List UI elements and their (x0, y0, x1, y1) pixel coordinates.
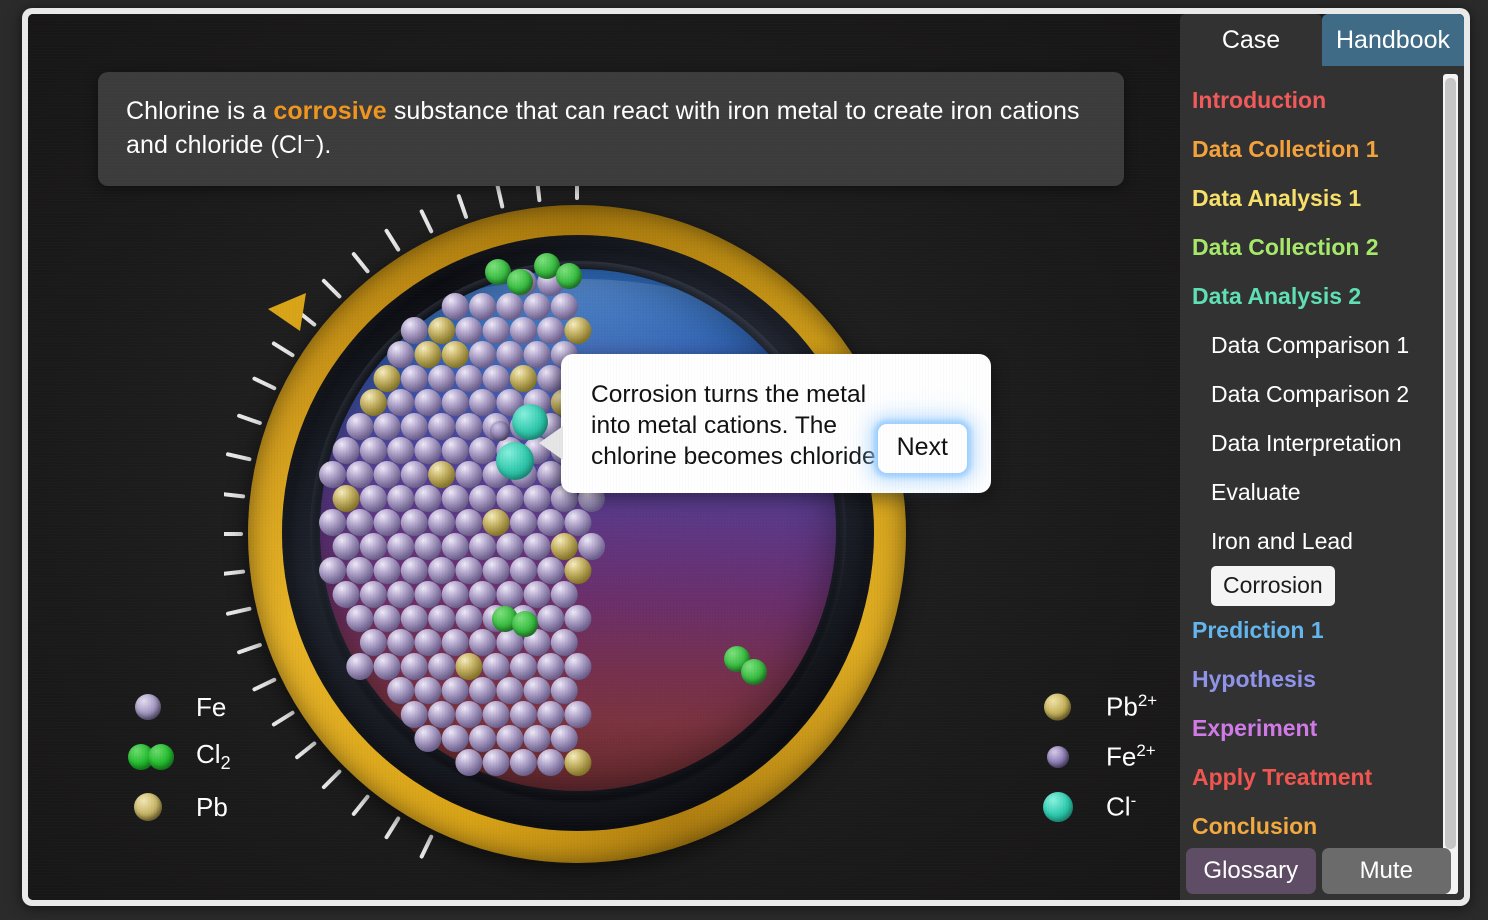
tab-case[interactable]: Case (1180, 14, 1322, 66)
legend-item-pb: Pb (128, 782, 231, 832)
sidebar-tabs: Case Handbook (1180, 14, 1464, 66)
sidebar-footer: Glossary Mute (1186, 848, 1451, 894)
sidebar-item-data-analysis-1[interactable]: Data Analysis 1 (1180, 174, 1432, 223)
legend-item-cl2: Cl2 (128, 732, 231, 782)
legend-reactants: Fe Cl2 Pb (128, 682, 231, 832)
sidebar-scrollbar-thumb[interactable] (1445, 78, 1456, 849)
chlorine-molecule-particle (507, 269, 533, 295)
sidebar-item-data-comparison-2[interactable]: Data Comparison 2 (1180, 370, 1432, 419)
legend-item-chloride: Cl- (1038, 782, 1157, 832)
sidebar-item-data-interpretation[interactable]: Data Interpretation (1180, 419, 1432, 468)
legend-item-pb2: Pb2+ (1038, 682, 1157, 732)
chloride-ion-icon (1038, 790, 1092, 824)
mute-button[interactable]: Mute (1321, 848, 1451, 894)
sidebar-item-introduction[interactable]: Introduction (1180, 76, 1432, 125)
solution-liquid (320, 269, 836, 791)
chloride-ion-particle (496, 442, 534, 480)
legend-label-pb: Pb (196, 791, 228, 822)
legend-item-fe2: Fe2+ (1038, 732, 1157, 782)
case-sidebar: Case Handbook Introduction Data Collectio… (1180, 14, 1464, 900)
glossary-button[interactable]: Glossary (1186, 848, 1316, 894)
sidebar-item-apply-treatment[interactable]: Apply Treatment (1180, 753, 1432, 802)
legend-products: Pb2+ Fe2+ Cl- (1038, 682, 1157, 832)
cl2-molecule-icon (128, 740, 182, 774)
sidebar-item-iron-and-lead[interactable]: Iron and Lead (1180, 517, 1432, 566)
nav-list: Introduction Data Collection 1 Data Analys… (1180, 66, 1432, 851)
application-window: Chlorine is a corrosive substance that c… (22, 8, 1470, 906)
sidebar-item-hypothesis[interactable]: Hypothesis (1180, 655, 1432, 704)
coaching-tooltip: Corrosion turns the metal into metal cat… (539, 354, 991, 493)
sidebar-item-evaluate[interactable]: Evaluate (1180, 468, 1432, 517)
legend-label-pb2: Pb2+ (1106, 691, 1158, 722)
fe-atom-icon (128, 690, 182, 724)
pb-atom-icon (128, 790, 182, 824)
sidebar-item-prediction-1[interactable]: Prediction 1 (1180, 606, 1432, 655)
tab-handbook[interactable]: Handbook (1322, 14, 1464, 66)
tooltip-arrow-icon (539, 426, 563, 460)
chlorine-molecule-particle (512, 611, 538, 637)
chlorine-molecule-particle (556, 263, 582, 289)
legend-label-fe2: Fe2+ (1106, 741, 1156, 772)
fe-cation-icon (1038, 740, 1092, 774)
next-button[interactable]: Next (877, 423, 967, 473)
reaction-vessel (224, 181, 930, 887)
banner-highlight: corrosive (273, 97, 387, 125)
narration-banner: Chlorine is a corrosive substance that c… (98, 72, 1124, 186)
legend-label-cl2: Cl2 (196, 739, 231, 774)
chlorine-molecule-particle (741, 659, 767, 685)
sidebar-item-conclusion[interactable]: Conclusion (1180, 802, 1432, 851)
iron-cation-particle (490, 421, 510, 441)
sidebar-item-data-collection-2[interactable]: Data Collection 2 (1180, 223, 1432, 272)
legend-label-chloride: Cl- (1106, 791, 1137, 822)
sidebar-item-corrosion[interactable]: Corrosion (1211, 566, 1335, 606)
simulation-stage: Chlorine is a corrosive substance that c… (28, 14, 1180, 900)
pb-cation-icon (1038, 690, 1092, 724)
sidebar-nav: Introduction Data Collection 1 Data Analys… (1180, 66, 1464, 900)
window-content: Chlorine is a corrosive substance that c… (28, 14, 1464, 900)
sidebar-item-experiment[interactable]: Experiment (1180, 704, 1432, 753)
sidebar-item-data-comparison-1[interactable]: Data Comparison 1 (1180, 321, 1432, 370)
sidebar-scrollbar[interactable] (1443, 74, 1458, 894)
legend-item-fe: Fe (128, 682, 231, 732)
tooltip-text: Corrosion turns the metal into metal cat… (591, 381, 883, 470)
legend-label-fe: Fe (196, 691, 227, 722)
sidebar-item-data-analysis-2[interactable]: Data Analysis 2 (1180, 272, 1432, 321)
sidebar-item-data-collection-1[interactable]: Data Collection 1 (1180, 125, 1432, 174)
narration-text: Chlorine is a corrosive substance that c… (126, 97, 1080, 159)
